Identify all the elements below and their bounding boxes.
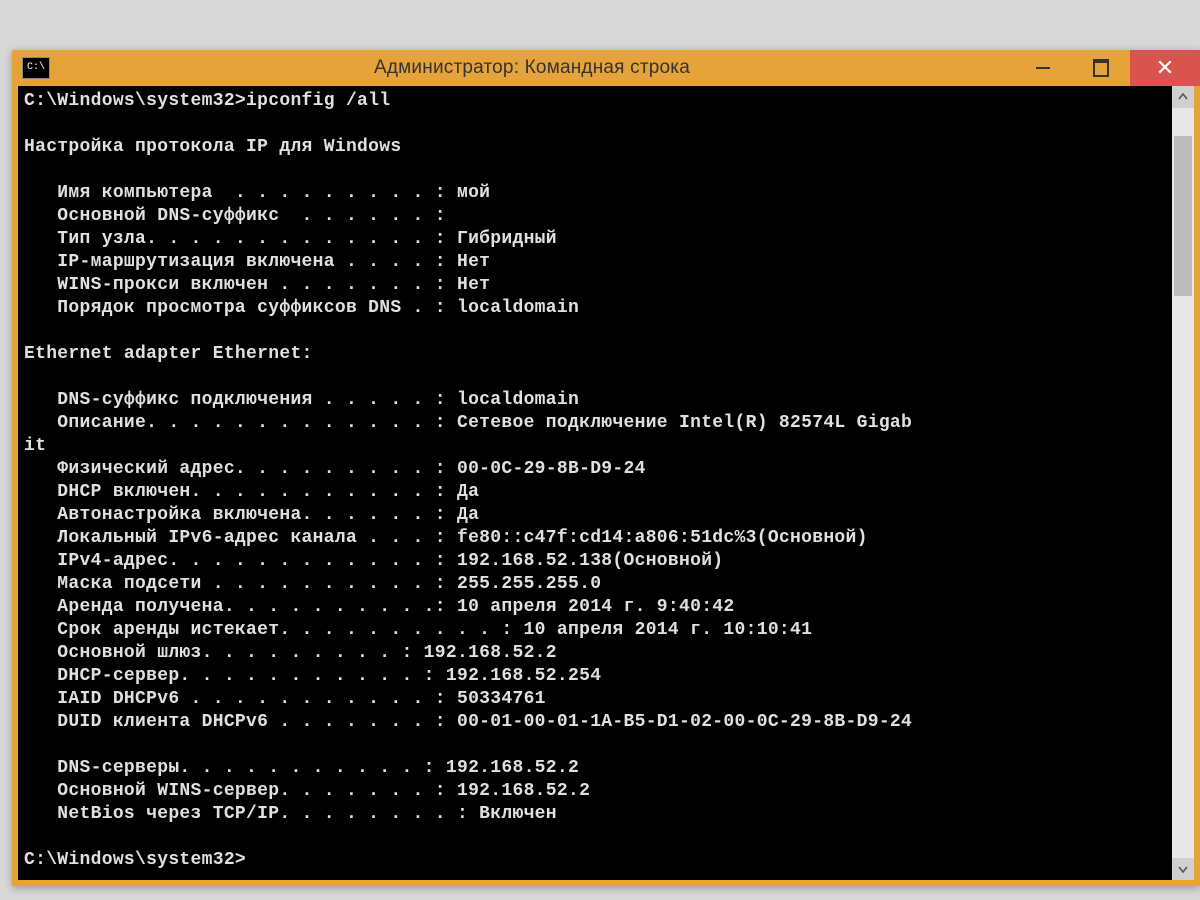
scrollbar-thumb[interactable] — [1174, 136, 1192, 296]
page-background — [0, 0, 1200, 50]
close-button[interactable]: ✕ — [1130, 50, 1200, 86]
maximize-icon — [1093, 59, 1109, 77]
scroll-up-button[interactable] — [1172, 86, 1194, 108]
window-controls: ✕ — [1014, 50, 1200, 86]
console-client-area: C:\Windows\system32>ipconfig /all Настро… — [18, 86, 1194, 880]
scroll-down-button[interactable] — [1172, 858, 1194, 880]
cmd-icon — [22, 57, 50, 79]
scrollbar-track[interactable] — [1172, 108, 1194, 858]
chevron-up-icon — [1178, 92, 1188, 102]
titlebar[interactable]: Администратор: Командная строка ✕ — [12, 50, 1200, 86]
minimize-icon — [1036, 67, 1050, 69]
maximize-button[interactable] — [1072, 50, 1130, 86]
minimize-button[interactable] — [1014, 50, 1072, 86]
close-icon: ✕ — [1156, 57, 1174, 79]
vertical-scrollbar[interactable] — [1172, 86, 1194, 880]
console-output[interactable]: C:\Windows\system32>ipconfig /all Настро… — [18, 86, 1172, 880]
chevron-down-icon — [1178, 864, 1188, 874]
window-title: Администратор: Командная строка — [50, 57, 1014, 79]
command-prompt-window: Администратор: Командная строка ✕ C:\Win… — [12, 50, 1200, 886]
